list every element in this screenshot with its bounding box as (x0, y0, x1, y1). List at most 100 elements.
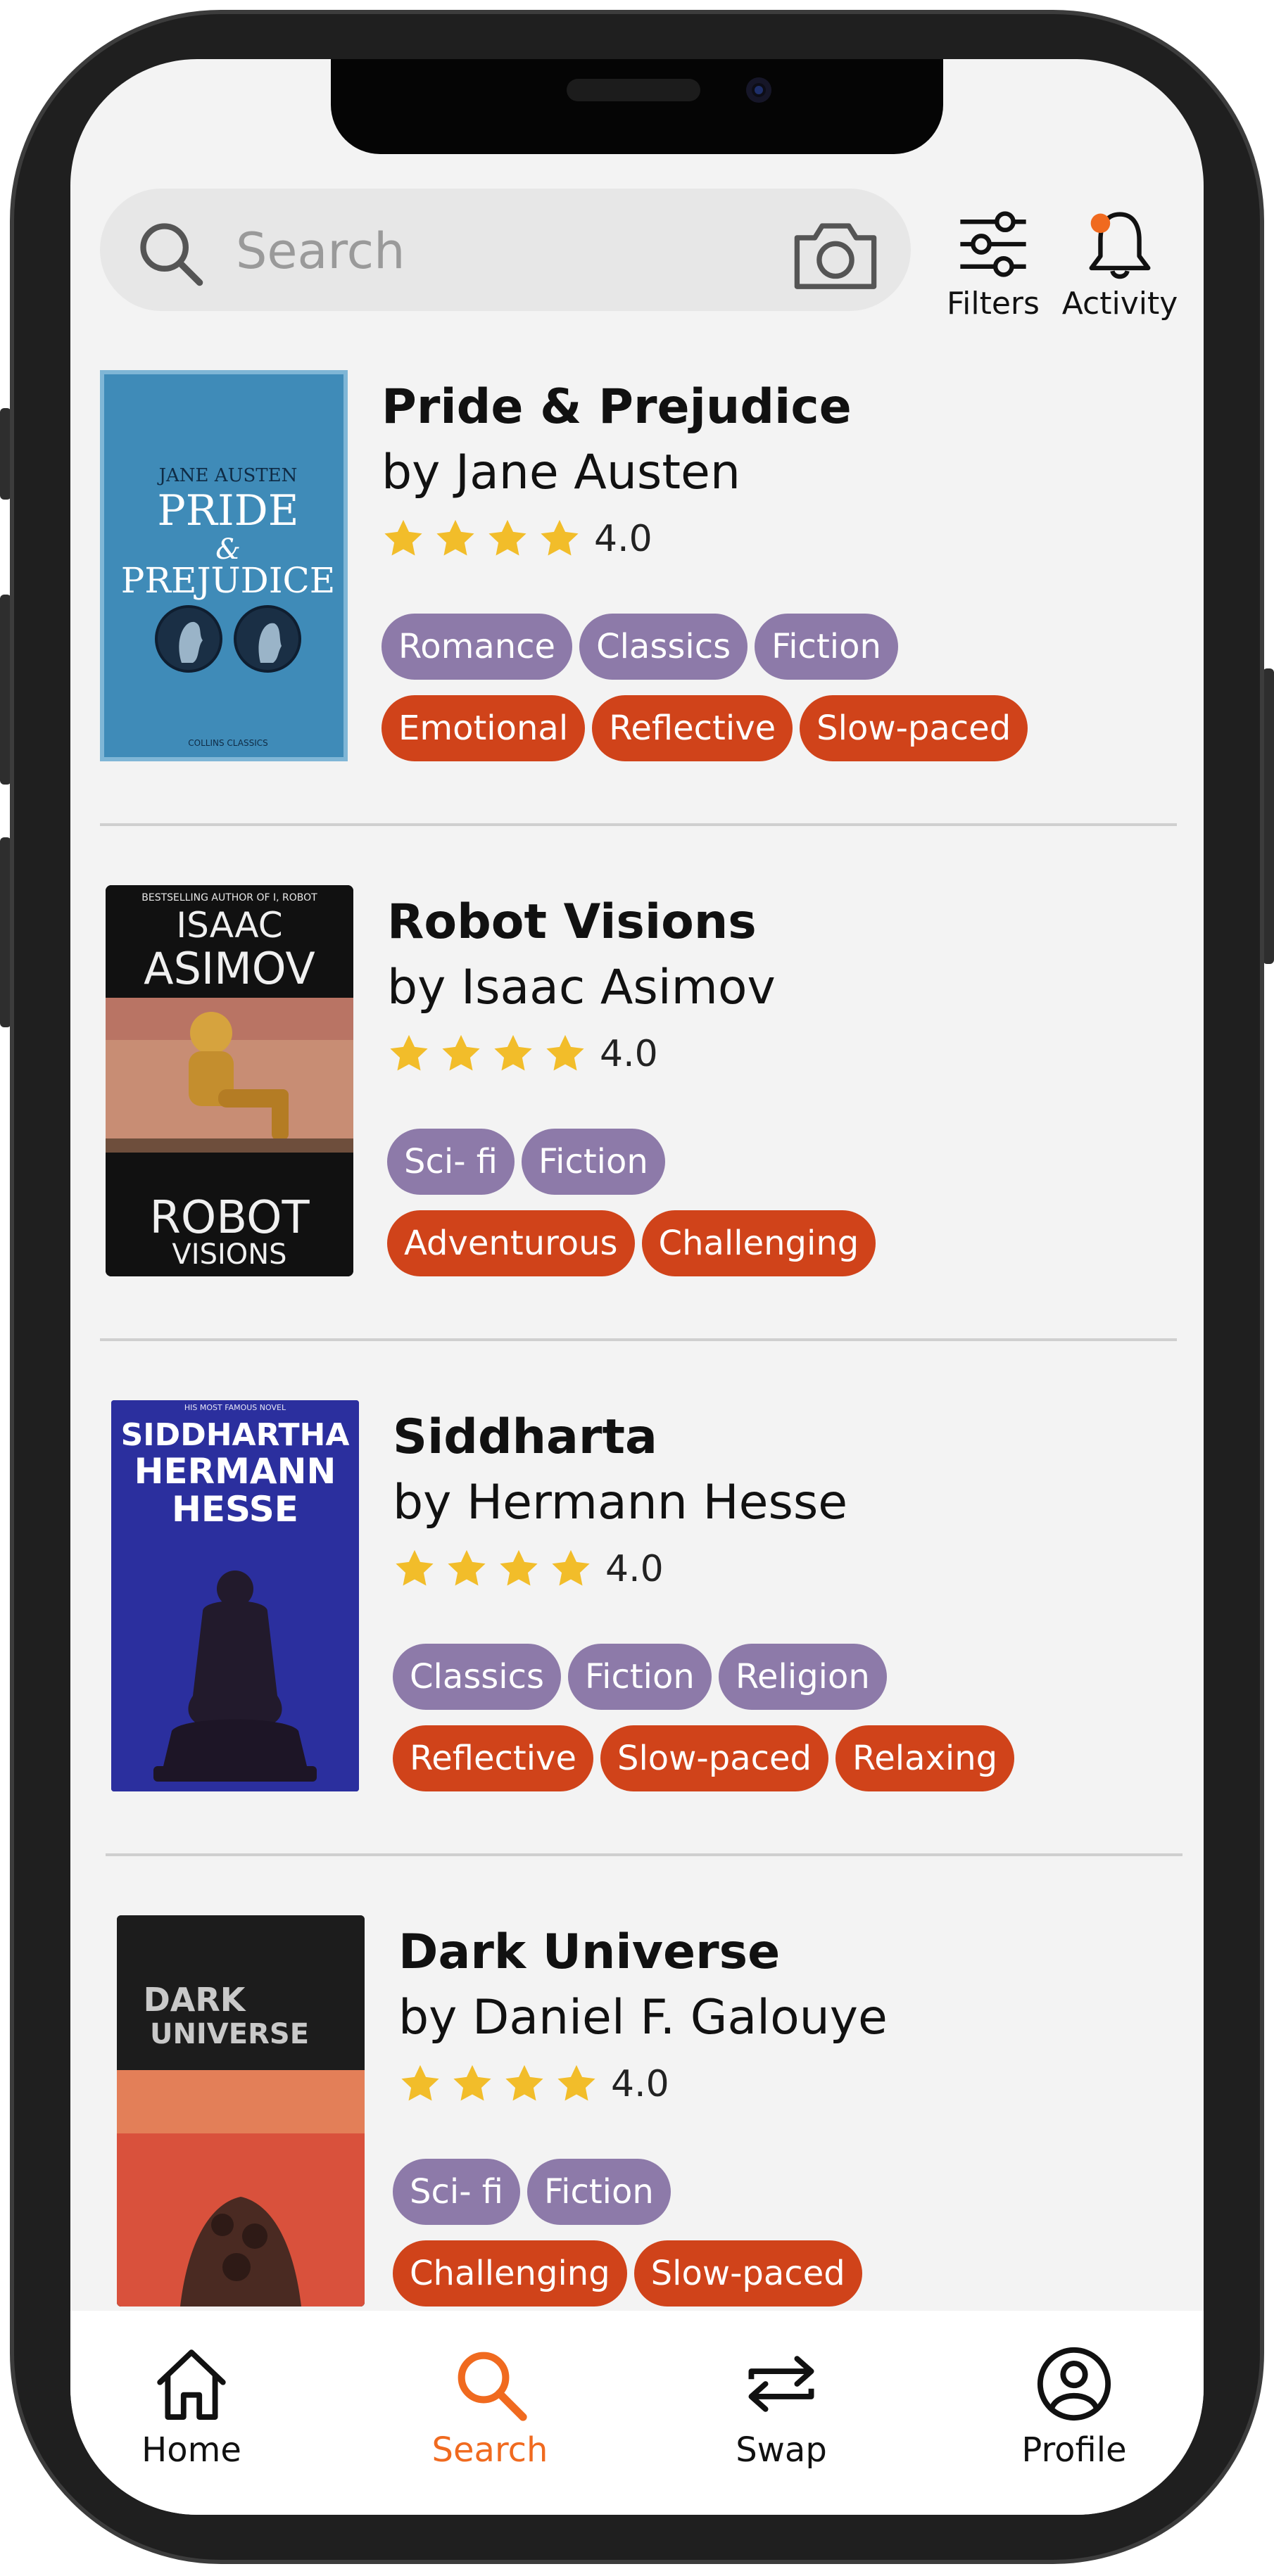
filters-button[interactable]: Filters (940, 207, 1046, 322)
nav-swap-label: Swap (736, 2430, 827, 2470)
star-icon (401, 2064, 439, 2101)
genre-tag[interactable]: Fiction (522, 1129, 665, 1195)
genre-tag[interactable]: Classics (393, 1644, 562, 1710)
star-icon (453, 2064, 491, 2101)
tag-list: Sci- fi Fiction Adventurous Challenging (387, 1129, 883, 1276)
genre-tag[interactable]: Fiction (527, 2159, 671, 2225)
rating-value: 4.0 (594, 518, 652, 560)
genre-tag[interactable]: Sci- fi (387, 1129, 515, 1195)
book-title[interactable]: Pride & Prejudice (381, 376, 1035, 439)
star-icon (541, 519, 579, 556)
genre-tag[interactable]: Religion (718, 1644, 887, 1710)
genre-tag[interactable]: Fiction (568, 1644, 712, 1710)
genre-tags: Sci- fi Fiction (387, 1129, 883, 1195)
svg-text:UNIVERSE: UNIVERSE (150, 2018, 309, 2050)
svg-text:COLLINS CLASSICS: COLLINS CLASSICS (188, 738, 267, 748)
book-info: Pride & Prejudice by Jane Austen 4.0 Rom… (381, 376, 1035, 777)
svg-text:BESTSELLING AUTHOR OF I, ROBOT: BESTSELLING AUTHOR OF I, ROBOT (141, 892, 317, 903)
activity-button[interactable]: Activity (1060, 207, 1180, 322)
star-icon (390, 1034, 428, 1071)
mood-tag[interactable]: Challenging (641, 1210, 876, 1276)
app-screen: Search Filters Activity JANE AUSTEN PRID… (70, 59, 1204, 2515)
front-camera (746, 77, 771, 103)
rating-value: 4.0 (600, 1033, 658, 1075)
power-button (1263, 668, 1274, 964)
tag-list: Classics Fiction Religion Reflective Slo… (393, 1644, 1021, 1791)
genre-tag[interactable]: Fiction (755, 614, 898, 680)
star-rating: 4.0 (393, 1541, 1021, 1597)
bell-icon (1089, 212, 1151, 279)
svg-text:PRIDE: PRIDE (157, 486, 298, 535)
star-icon (448, 1549, 486, 1586)
tag-list: Romance Classics Fiction Emotional Refle… (381, 614, 1035, 761)
bottom-nav: Home Search Swap Profile (70, 2311, 1204, 2515)
mood-tag[interactable]: Emotional (381, 695, 586, 761)
phone-frame: Search Filters Activity JANE AUSTEN PRID… (0, 0, 1274, 2576)
mood-tag[interactable]: Slow-paced (800, 695, 1028, 761)
book-cover[interactable]: JANE AUSTEN PRIDE & PREJUDICE COLLINS CL… (100, 370, 348, 761)
camera-icon[interactable] (791, 215, 880, 293)
svg-text:DARK: DARK (144, 1981, 247, 2019)
mood-tags: Reflective Slow-paced Relaxing (393, 1725, 1021, 1791)
star-rating: 4.0 (398, 2056, 888, 2112)
mood-tag[interactable]: Slow-paced (633, 2240, 862, 2307)
book-cover[interactable]: HIS MOST FAMOUS NOVEL SIDDHARTHA HERMANN… (111, 1400, 359, 1791)
mood-tag[interactable]: Adventurous (387, 1210, 635, 1276)
divider (100, 823, 1177, 826)
svg-text:VISIONS: VISIONS (172, 1238, 286, 1271)
svg-text:HESSE: HESSE (172, 1489, 298, 1530)
book-title[interactable]: Siddharta (393, 1406, 1021, 1469)
book-info: Dark Universe by Daniel F. Galouye 4.0 S… (393, 1921, 888, 2322)
search-input[interactable]: Search (236, 222, 405, 280)
search-icon (458, 2352, 527, 2421)
mood-tags: Adventurous Challenging (387, 1210, 883, 1276)
search-icon (140, 223, 203, 286)
svg-text:SIDDHARTHA: SIDDHARTHA (121, 1417, 350, 1453)
book-cover[interactable]: DARK UNIVERSE (117, 1915, 365, 2307)
book-title[interactable]: Dark Universe (398, 1921, 888, 1984)
activity-label: Activity (1061, 286, 1178, 322)
star-icon (505, 2064, 543, 2101)
tag-list: Sci- fi Fiction Challenging Slow-paced (393, 2159, 888, 2307)
genre-tag[interactable]: Romance (381, 614, 573, 680)
divider (100, 1338, 1177, 1341)
mood-tag[interactable]: Challenging (393, 2240, 627, 2307)
mood-tag[interactable]: Relaxing (835, 1725, 1015, 1791)
nav-search[interactable]: Search (398, 2345, 581, 2470)
svg-text:HIS MOST FAMOUS NOVEL: HIS MOST FAMOUS NOVEL (184, 1403, 286, 1412)
cover-art: JANE AUSTEN PRIDE & PREJUDICE COLLINS CL… (121, 465, 336, 748)
nav-home[interactable]: Home (100, 2345, 283, 2470)
svg-text:ASIMOV: ASIMOV (144, 943, 315, 994)
genre-tag[interactable]: Sci- fi (393, 2159, 521, 2225)
genre-tag[interactable]: Classics (579, 614, 748, 680)
divider (106, 1853, 1182, 1856)
swap-icon (748, 2356, 814, 2412)
svg-text:ISAAC: ISAAC (176, 905, 282, 946)
star-icon (436, 519, 474, 556)
book-cover[interactable]: BESTSELLING AUTHOR OF I, ROBOT ISAAC ASI… (106, 885, 353, 1276)
mood-tag[interactable]: Reflective (393, 1725, 593, 1791)
star-icon (442, 1034, 480, 1071)
rating-value: 4.0 (605, 1548, 664, 1590)
home-icon (157, 2349, 226, 2420)
star-icon (557, 2064, 595, 2101)
nav-home-label: Home (141, 2430, 241, 2470)
book-author: by Jane Austen (381, 445, 740, 500)
mood-tag[interactable]: Slow-paced (600, 1725, 829, 1791)
cover-art: DARK UNIVERSE (117, 1915, 365, 2307)
cover-art: BESTSELLING AUTHOR OF I, ROBOT ISAAC ASI… (106, 885, 353, 1276)
mood-tag[interactable]: Reflective (592, 695, 793, 761)
profile-icon (1037, 2347, 1111, 2421)
search-bar[interactable]: Search (100, 189, 911, 311)
book-author: by Daniel F. Galouye (398, 1990, 888, 2045)
star-icon (384, 519, 422, 556)
nav-profile[interactable]: Profile (983, 2345, 1166, 2470)
nav-swap[interactable]: Swap (690, 2345, 873, 2470)
sliders-icon (960, 211, 1026, 277)
book-title[interactable]: Robot Visions (387, 891, 883, 954)
star-icon (396, 1549, 434, 1586)
nav-profile-label: Profile (1021, 2430, 1127, 2470)
star-rating: 4.0 (381, 511, 1035, 567)
svg-text:ROBOT: ROBOT (149, 1192, 310, 1244)
star-icon (546, 1034, 584, 1071)
